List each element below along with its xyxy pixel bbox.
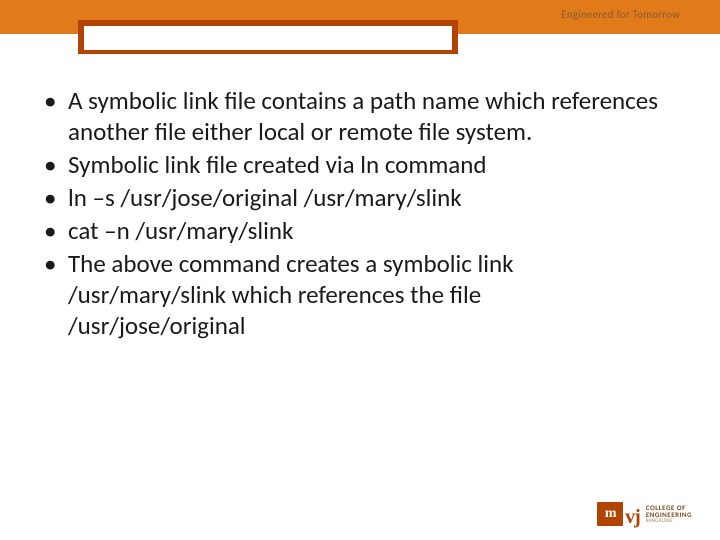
list-item: cat –n /usr/mary/slink (42, 215, 662, 246)
logo-line3: BANGALORE (646, 519, 692, 524)
header-tagline: Engineered for Tomorrow (561, 8, 680, 21)
list-item: ln –s /usr/jose/original /usr/mary/slink (42, 182, 662, 213)
footer-logo: m vj COLLEGE OF ENGINEERING BANGALORE (597, 502, 692, 526)
slide: Engineered for Tomorrow A symbolic link … (0, 0, 720, 540)
content-area: A symbolic link file contains a path nam… (42, 85, 662, 343)
header-notch-inner (84, 26, 452, 50)
list-item: Symbolic link file created via ln comman… (42, 149, 662, 180)
logo-mark: m (605, 506, 616, 522)
logo-icon: m (597, 502, 623, 526)
logo-line2: ENGINEERING (646, 511, 692, 518)
bullet-list: A symbolic link file contains a path nam… (42, 85, 662, 341)
logo-text: COLLEGE OF ENGINEERING BANGALORE (646, 504, 692, 524)
list-item: The above command creates a symbolic lin… (42, 248, 662, 341)
logo-mark-suffix: vj (625, 506, 640, 529)
list-item: A symbolic link file contains a path nam… (42, 85, 662, 147)
